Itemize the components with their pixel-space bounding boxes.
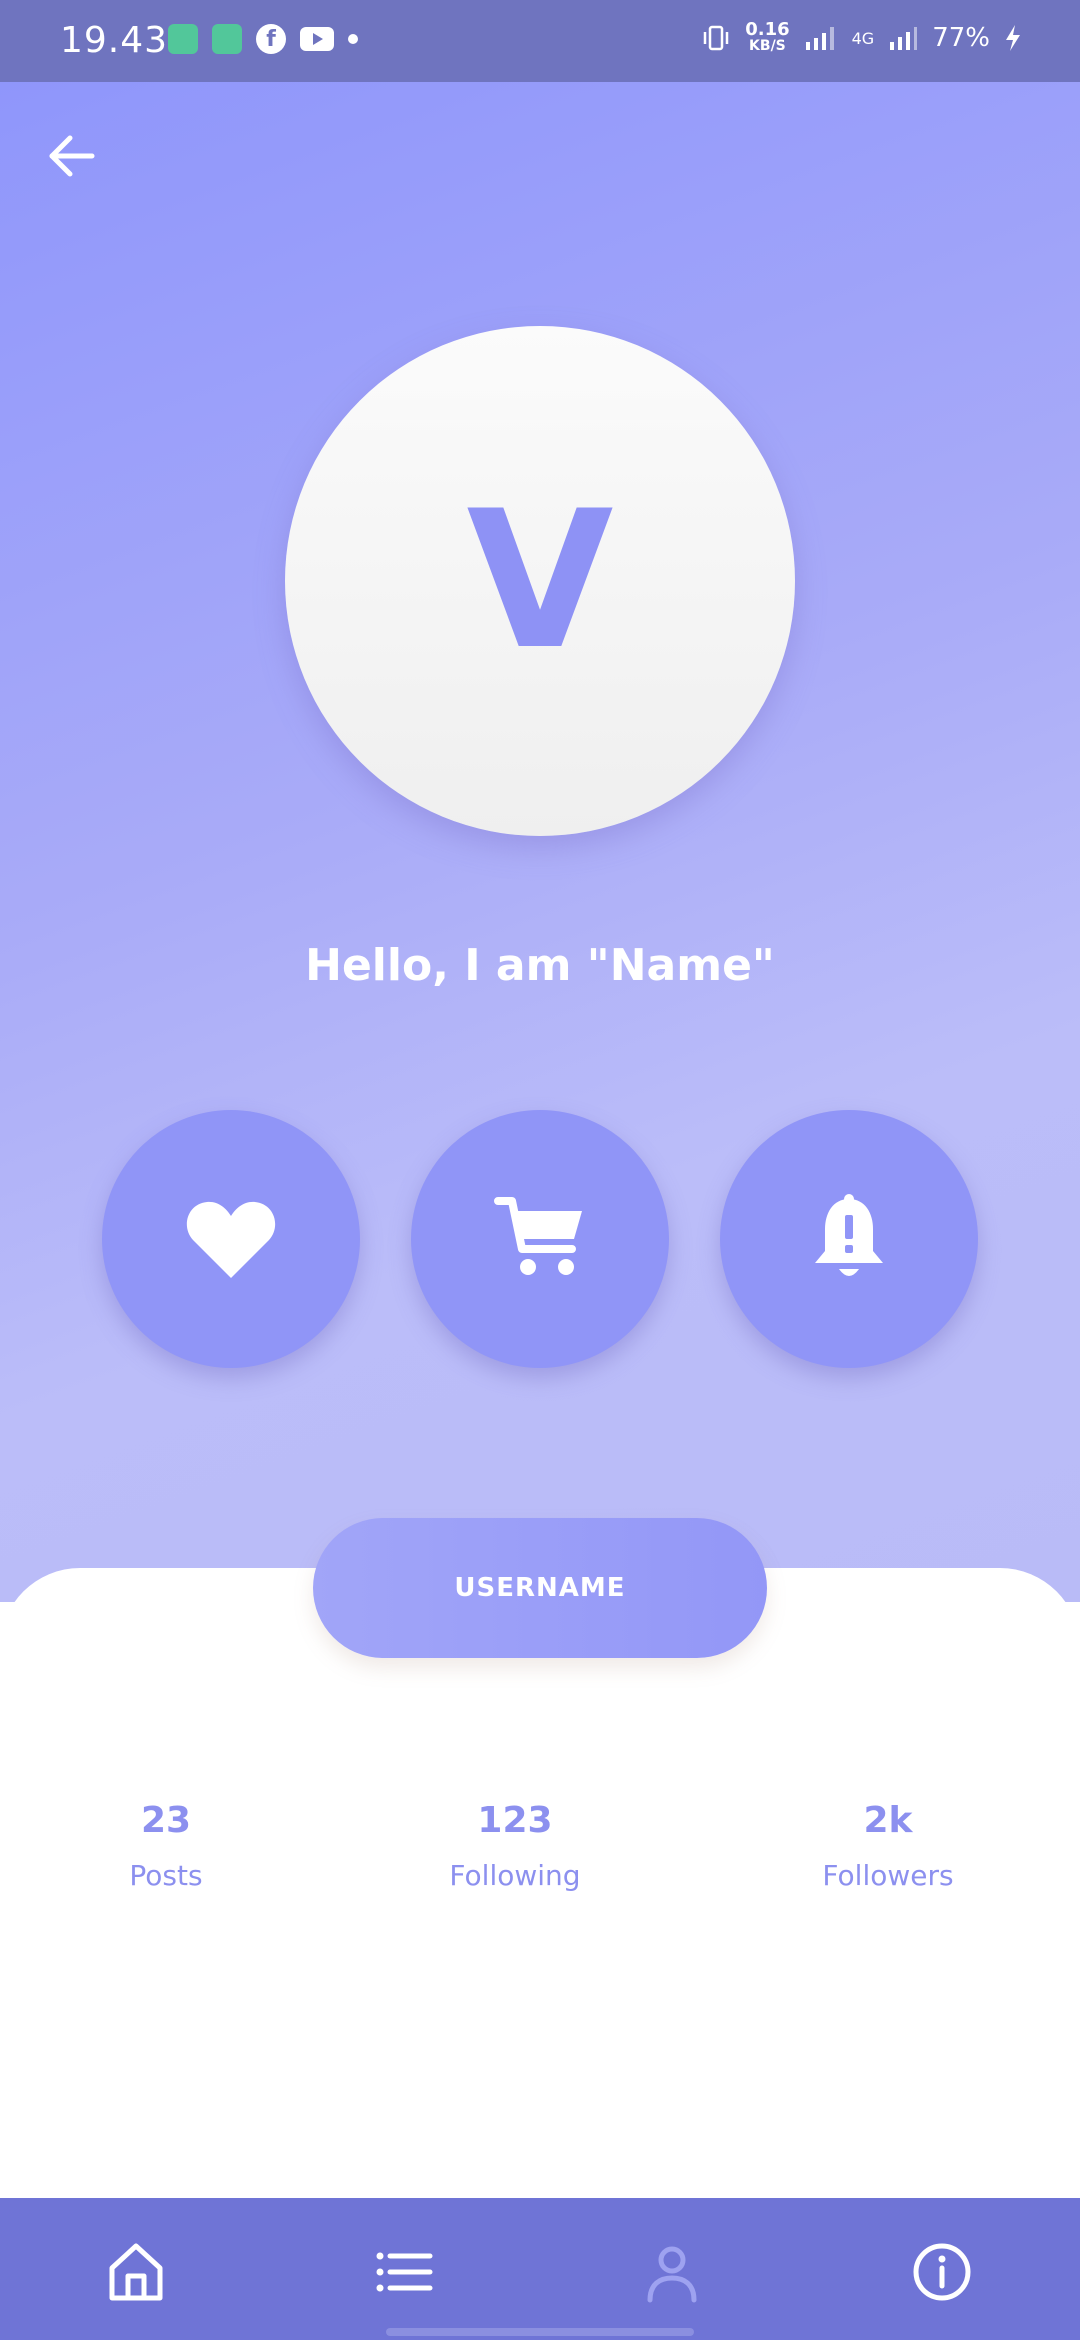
youtube-icon: [300, 27, 334, 51]
followers-label: Followers: [822, 1859, 954, 1892]
info-icon[interactable]: [910, 2240, 974, 2304]
battery-percent: 77%: [932, 23, 990, 53]
notification-icons: f: [168, 24, 358, 54]
facebook-icon: f: [256, 24, 286, 54]
back-arrow-icon[interactable]: [44, 128, 100, 184]
home-icon[interactable]: [104, 2240, 168, 2304]
app-notification-icon: [212, 24, 242, 54]
status-right: 0.16 KB/S 4G 77%: [701, 19, 1022, 55]
vibrate-icon: [703, 25, 729, 51]
following-stat[interactable]: 123 Following: [430, 1800, 600, 1892]
profile-icon[interactable]: [640, 2240, 704, 2304]
network-speed: 0.16 KB/S: [745, 19, 790, 55]
following-label: Following: [449, 1859, 581, 1892]
network-type: 4G: [851, 28, 875, 48]
bell-icon: [815, 1194, 883, 1276]
gesture-bar[interactable]: [386, 2328, 694, 2336]
favorites-button[interactable]: [102, 1110, 360, 1368]
bottom-navigation: [0, 2198, 1080, 2340]
heart-icon: [186, 1201, 276, 1278]
username-badge[interactable]: USERNAME: [313, 1518, 767, 1658]
cart-icon: [494, 1197, 582, 1275]
followers-count: 2k: [863, 1800, 913, 1841]
posts-stat[interactable]: 23 Posts: [86, 1800, 246, 1892]
list-icon[interactable]: [372, 2240, 436, 2304]
signal-4g-icon: [890, 27, 918, 50]
posts-label: Posts: [129, 1859, 203, 1892]
profile-header-background: [0, 82, 1080, 1602]
greeting-title: Hello, I am "Name": [305, 940, 775, 991]
posts-count: 23: [140, 1800, 192, 1841]
status-bar: 19.43 f 0.16 KB/S 4G 77%: [0, 0, 1080, 82]
username-label: USERNAME: [454, 1573, 626, 1603]
charging-icon: [1006, 25, 1020, 51]
status-time: 19.43: [60, 20, 169, 61]
followers-stat[interactable]: 2k Followers: [808, 1800, 968, 1892]
signal-icon: [805, 27, 834, 50]
more-notifications-dot-icon: [348, 34, 358, 44]
app-notification-icon: [168, 24, 198, 54]
avatar[interactable]: V: [285, 326, 795, 836]
notifications-button[interactable]: [720, 1110, 978, 1368]
following-count: 123: [477, 1800, 553, 1841]
avatar-letter: V: [466, 470, 614, 691]
cart-button[interactable]: [411, 1110, 669, 1368]
